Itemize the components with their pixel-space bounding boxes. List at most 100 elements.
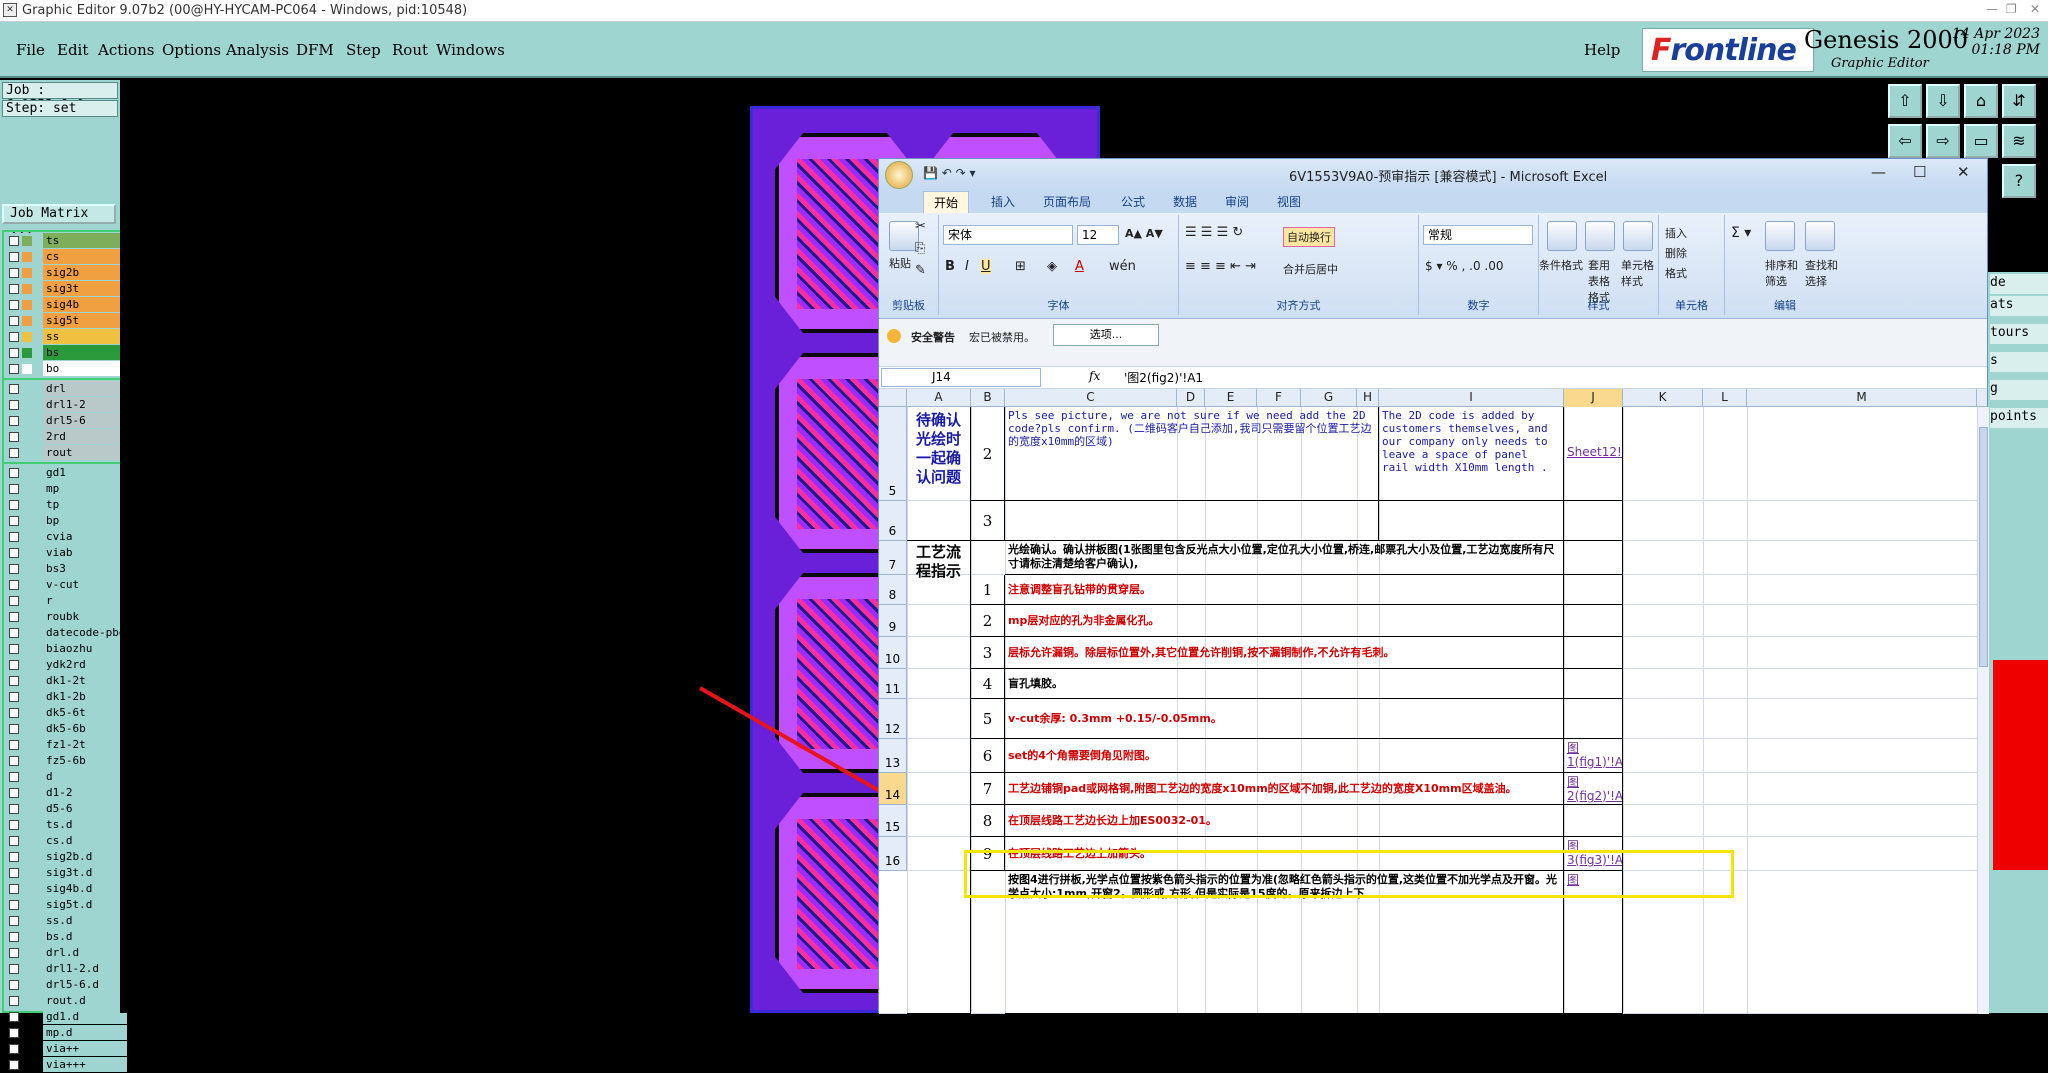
layer-row[interactable]: bp <box>5 513 127 529</box>
cell-c[interactable]: mp层对应的孔为非金属化孔。 <box>1005 605 1564 637</box>
minimize-icon[interactable]: — <box>1986 2 1998 16</box>
cell-b[interactable]: 6 <box>971 739 1005 773</box>
cell-j[interactable]: Sheet12!A1 <box>1564 407 1623 501</box>
delete-cells-button[interactable]: 删除 <box>1665 245 1687 261</box>
row-header[interactable]: 7 <box>879 541 907 575</box>
home-icon[interactable]: ⌂ <box>1964 84 1998 118</box>
menu-file[interactable]: File <box>16 41 45 59</box>
layer-row[interactable]: drl <box>5 381 127 397</box>
layer-row[interactable]: bo <box>5 361 127 377</box>
tab-data[interactable]: 数据 <box>1173 193 1197 210</box>
layer-row[interactable]: d <box>5 769 127 785</box>
layer-checkbox[interactable] <box>9 964 19 974</box>
layer-checkbox[interactable] <box>9 316 19 326</box>
layer-checkbox[interactable] <box>9 836 19 846</box>
percent-icon[interactable]: $ ▾ % , .0 .00 <box>1425 259 1503 273</box>
tool-left-icon[interactable]: ⇦ <box>1888 124 1922 158</box>
cell-c[interactable]: 注意调整盲孔钻带的贯穿层。 <box>1005 575 1564 605</box>
right-item[interactable]: tours <box>1990 324 2048 344</box>
underline-button[interactable]: U <box>981 259 991 274</box>
wrap-text-button[interactable]: 自动换行 <box>1283 227 1335 247</box>
tool-flip-icon[interactable]: ⇵ <box>2002 84 2036 118</box>
layer-row[interactable]: v-cut <box>5 577 127 593</box>
layer-checkbox[interactable] <box>9 432 19 442</box>
row-header[interactable]: 14 <box>879 773 907 805</box>
layer-checkbox[interactable] <box>9 692 19 702</box>
grow-font-icon[interactable]: A▲ A▼ <box>1125 227 1163 240</box>
close-icon[interactable]: ✕ <box>2030 2 2040 16</box>
right-item[interactable]: g <box>1990 380 2048 400</box>
layer-row[interactable]: dk1-2t <box>5 673 127 689</box>
cell-c[interactable]: 在顶层线路工艺边长边上加ES0032-01。 <box>1005 805 1564 837</box>
layer-checkbox[interactable] <box>9 416 19 426</box>
menu-actions[interactable]: Actions <box>98 41 154 59</box>
row-header[interactable]: 15 <box>879 805 907 837</box>
tool-snap-icon[interactable]: ≋ <box>2002 124 2036 158</box>
worksheet-grid[interactable]: 5 6 7 8 9 10 11 12 13 14 15 16 待确认光绘时一起确认问题 工艺流程指示 2 Pl… <box>879 407 1987 1014</box>
options-button[interactable]: 选项... <box>1053 324 1159 346</box>
layer-checkbox[interactable] <box>9 948 19 958</box>
layer-checkbox[interactable] <box>9 756 19 766</box>
row-header[interactable]: 10 <box>879 637 907 669</box>
cell-h[interactable]: The 2D code is added by customers themse… <box>1379 407 1564 501</box>
tab-formulas[interactable]: 公式 <box>1121 193 1145 210</box>
layer-checkbox[interactable] <box>9 236 19 246</box>
layer-row[interactable]: ts <box>5 233 127 249</box>
table-format-icon[interactable] <box>1585 221 1615 251</box>
layer-checkbox[interactable] <box>9 532 19 542</box>
menu-analysis[interactable]: Analysis <box>226 41 289 59</box>
layer-row[interactable]: drl5-6.d <box>5 977 127 993</box>
layer-row[interactable]: sig3t.d <box>5 865 127 881</box>
layer-row[interactable]: ss.d <box>5 913 127 929</box>
column-header[interactable]: B <box>971 389 1005 407</box>
layer-checkbox[interactable] <box>9 268 19 278</box>
layer-row[interactable]: dk5-6b <box>5 721 127 737</box>
layer-checkbox[interactable] <box>9 980 19 990</box>
menu-edit[interactable]: Edit <box>57 41 88 59</box>
fx-icon[interactable]: fx <box>1089 369 1100 383</box>
right-item[interactable]: de <box>1990 274 2048 294</box>
layer-row[interactable]: fz1-2t <box>5 737 127 753</box>
layer-row[interactable]: sig5t <box>5 313 127 329</box>
cell-c[interactable]: 工艺边铺铜pad或网格铜,附图工艺边的宽度x10mm的区域不加铜,此工艺边的宽度… <box>1005 773 1564 805</box>
layer-checkbox[interactable] <box>9 348 19 358</box>
layer-row[interactable]: ss <box>5 329 127 345</box>
row-header[interactable]: 13 <box>879 739 907 773</box>
layer-row[interactable]: drl1-2.d <box>5 961 127 977</box>
column-header[interactable]: E <box>1205 389 1257 407</box>
column-header[interactable]: F <box>1257 389 1301 407</box>
layer-checkbox[interactable] <box>9 852 19 862</box>
help-icon[interactable]: ? <box>2002 164 2036 198</box>
layer-checkbox[interactable] <box>9 932 19 942</box>
cell-b[interactable]: 8 <box>971 805 1005 837</box>
row-header[interactable]: 16 <box>879 837 907 871</box>
tool-down-icon[interactable]: ⇩ <box>1926 84 1960 118</box>
tool-window-icon[interactable]: ▭ <box>1964 124 1998 158</box>
office-button[interactable] <box>885 161 913 189</box>
layer-checkbox[interactable] <box>9 772 19 782</box>
cut-icon[interactable]: ✂ <box>915 219 926 234</box>
layer-checkbox[interactable] <box>9 484 19 494</box>
layer-checkbox[interactable] <box>9 1028 19 1038</box>
layer-row[interactable]: d1-2 <box>5 785 127 801</box>
layer-row[interactable]: bs <box>5 345 127 361</box>
phonetic-icon[interactable]: wén <box>1109 259 1136 274</box>
layer-row[interactable]: via+++ <box>5 1057 127 1073</box>
row-header[interactable]: 12 <box>879 699 907 739</box>
layer-row[interactable]: fz5-6b <box>5 753 127 769</box>
layer-row[interactable]: drl.d <box>5 945 127 961</box>
layer-checkbox[interactable] <box>9 724 19 734</box>
cell-b[interactable]: 5 <box>971 699 1005 739</box>
restore-icon[interactable]: ❐ <box>2006 2 2017 16</box>
cell-c[interactable]: Pls see picture, we are not sure if we n… <box>1005 407 1379 501</box>
insert-cells-button[interactable]: 插入 <box>1665 225 1687 241</box>
cell-b[interactable]: 3 <box>971 637 1005 669</box>
layer-row[interactable]: rout.d <box>5 993 127 1009</box>
row-header[interactable]: 11 <box>879 669 907 699</box>
layer-row[interactable]: d5-6 <box>5 801 127 817</box>
tab-home[interactable]: 开始 <box>923 191 970 213</box>
layer-checkbox[interactable] <box>9 548 19 558</box>
layer-checkbox[interactable] <box>9 252 19 262</box>
layer-row[interactable]: ydk2rd <box>5 657 127 673</box>
align-top-icon[interactable]: ☰ ☰ ☰ ↻ <box>1185 225 1243 240</box>
